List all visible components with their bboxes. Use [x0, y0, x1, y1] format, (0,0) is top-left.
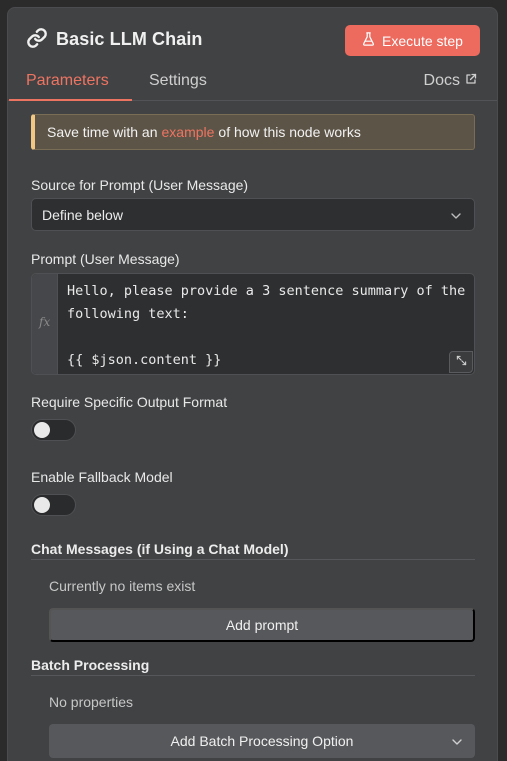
batch-processing-title: Batch Processing: [31, 657, 150, 673]
expand-editor-button[interactable]: [449, 351, 473, 373]
chat-messages-title: Chat Messages (if Using a Chat Model): [31, 541, 289, 557]
output-format-label: Require Specific Output Format: [31, 394, 228, 410]
source-select[interactable]: Define below: [31, 198, 475, 231]
section-divider: [31, 559, 475, 560]
section-divider: [31, 675, 475, 676]
node-title: Basic LLM Chain: [56, 29, 203, 49]
source-value: Define below: [42, 206, 123, 223]
panel-header: Basic LLM Chain Execute step: [8, 8, 497, 68]
execute-step-label: Execute step: [382, 32, 463, 49]
fx-icon: fx: [39, 315, 51, 329]
chevron-down-icon: [450, 209, 462, 221]
tab-settings[interactable]: Settings: [149, 72, 207, 90]
fallback-label: Enable Fallback Model: [31, 469, 173, 485]
add-prompt-button[interactable]: Add prompt: [49, 608, 475, 642]
batch-empty: No properties: [49, 694, 134, 710]
example-link[interactable]: example: [162, 124, 215, 140]
node-panel: Basic LLM Chain Execute step Parameters …: [7, 7, 498, 761]
tab-parameters[interactable]: Parameters: [26, 72, 109, 90]
fallback-toggle[interactable]: [31, 494, 76, 516]
output-format-toggle[interactable]: [31, 419, 76, 441]
chat-messages-empty: Currently no items exist: [49, 578, 196, 594]
prompt-text[interactable]: Hello, please provide a 3 sentence summa…: [67, 280, 469, 372]
toggle-knob: [34, 497, 50, 513]
expression-gutter: fx: [32, 274, 58, 374]
docs-link[interactable]: Docs: [424, 72, 477, 90]
chevron-down-icon: [451, 735, 463, 747]
prompt-label: Prompt (User Message): [31, 251, 180, 267]
flask-icon: [362, 32, 375, 49]
source-label: Source for Prompt (User Message): [31, 177, 249, 193]
tab-bar: Parameters Settings Docs: [8, 68, 497, 101]
notice-suffix: of how this node works: [218, 124, 361, 140]
add-batch-option-dropdown[interactable]: Add Batch Processing Option: [49, 724, 475, 758]
example-notice: Save time with an example of how this no…: [31, 114, 475, 150]
docs-label: Docs: [423, 72, 460, 89]
active-tab-indicator: [9, 99, 132, 101]
link-icon: [26, 27, 48, 49]
notice-prefix: Save time with an: [47, 124, 158, 140]
external-link-icon: [465, 72, 477, 90]
execute-step-button[interactable]: Execute step: [345, 25, 480, 56]
prompt-editor[interactable]: fx Hello, please provide a 3 sentence su…: [31, 273, 475, 375]
add-batch-option-label: Add Batch Processing Option: [170, 733, 354, 749]
toggle-knob: [34, 422, 50, 438]
expand-icon: [456, 353, 467, 371]
